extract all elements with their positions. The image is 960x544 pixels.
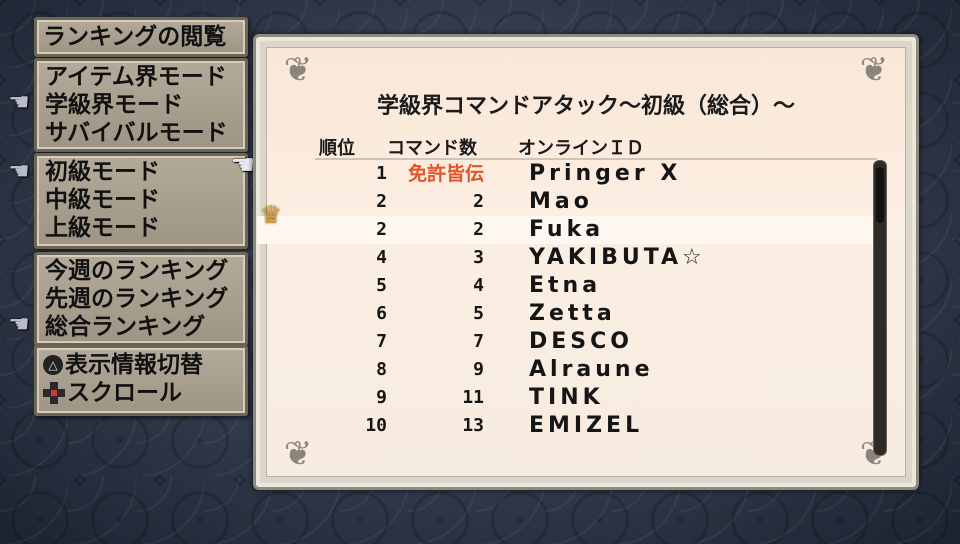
- menu-item-beginner-mode[interactable]: 初級モード: [37, 158, 245, 186]
- menu-item-this-week-ranking[interactable]: 今週のランキング: [37, 257, 245, 285]
- commands-cell: 11: [462, 387, 484, 408]
- menu-item-last-week-ranking[interactable]: 先週のランキング: [37, 285, 245, 313]
- table-header: 順位 コマンド数 オンラインＩＤ: [267, 134, 905, 159]
- table-row[interactable]: 6 5 Zetta: [267, 300, 875, 328]
- board-title: 学級界コマンドアタック～初級（総合）～: [376, 94, 795, 119]
- scrollbar[interactable]: [873, 160, 887, 456]
- commands-cell: 3: [473, 247, 484, 268]
- commands-cell: 9: [473, 359, 484, 380]
- online-id-cell: Fuka: [529, 217, 605, 242]
- level-menu: 初級モード 中級モード 上級モード: [34, 153, 248, 249]
- online-id-cell: Alraune: [529, 357, 654, 382]
- ornament-top-right-icon: ❦: [859, 50, 889, 90]
- commands-cell: 4: [473, 275, 484, 296]
- mode-menu: アイテム界モード 学級界モード サバイバルモード: [34, 58, 248, 152]
- online-id-cell: EMIZEL: [529, 413, 644, 438]
- table-row[interactable]: 8 9 Alraune: [267, 356, 875, 384]
- period-menu: 今週のランキング 先週のランキング 総合ランキング: [34, 252, 248, 346]
- menu-item-intermediate-mode[interactable]: 中級モード: [37, 186, 245, 214]
- toggle-info-label: 表示情報切替: [65, 352, 203, 378]
- controls-help-panel: △ 表示情報切替 スクロール: [34, 345, 248, 416]
- header-rank: 順位: [319, 138, 355, 159]
- menu-item-item-world-mode[interactable]: アイテム界モード: [37, 63, 245, 91]
- commands-cell: 2: [473, 219, 484, 240]
- ornament-top-left-icon: ❦: [283, 50, 313, 90]
- triangle-button-icon: △: [43, 355, 63, 375]
- table-row[interactable]: 5 4 Etna: [267, 272, 875, 300]
- menu-item-overall-ranking[interactable]: 総合ランキング: [37, 313, 245, 341]
- scroll-label: スクロール: [67, 380, 182, 406]
- crown-icon: ♛: [260, 201, 282, 229]
- online-id-cell: Mao: [529, 189, 593, 214]
- table-row[interactable]: 4 3 YAKIBUTA☆: [267, 244, 875, 272]
- table-row[interactable]: 9 11 TINK: [267, 384, 875, 412]
- header-commands: コマンド数: [387, 138, 477, 159]
- scroll-hint: スクロール: [37, 379, 245, 407]
- ranking-view-title: ランキングの閲覧: [43, 24, 227, 50]
- commands-cell: 免許皆伝: [407, 163, 484, 185]
- commands-cell: 2: [473, 191, 484, 212]
- table-row[interactable]: 7 7 DESCO: [267, 328, 875, 356]
- menu-item-class-world-mode[interactable]: 学級界モード: [37, 91, 245, 119]
- ranking-title-panel: ランキングの閲覧: [34, 17, 248, 57]
- ranking-board: ❦ ❦ ❦ ❦ 学級界コマンドアタック～初級（総合）～ 順位 コマンド数 オンラ…: [253, 34, 919, 490]
- toggle-info-hint: △ 表示情報切替: [37, 351, 245, 379]
- menu-item-survival-mode[interactable]: サバイバルモード: [37, 119, 245, 147]
- commands-cell: 7: [473, 331, 484, 352]
- ranking-board-inner: ❦ ❦ ❦ ❦ 学級界コマンドアタック～初級（総合）～ 順位 コマンド数 オンラ…: [257, 47, 906, 477]
- online-id-cell: Etna: [529, 273, 602, 298]
- online-id-cell: DESCO: [529, 329, 633, 354]
- table-row[interactable]: 10 13 EMIZEL: [267, 412, 875, 440]
- commands-cell: 13: [462, 415, 484, 436]
- online-id-cell: TINK: [529, 385, 604, 410]
- table-row[interactable]: 2 2 Mao: [267, 188, 875, 216]
- online-id-cell: Zetta: [529, 301, 616, 326]
- scrollbar-thumb[interactable]: [876, 167, 884, 223]
- online-id-cell: Pringer X: [529, 161, 682, 186]
- menu-item-advanced-mode[interactable]: 上級モード: [37, 214, 245, 242]
- pointing-hand-icon: ☚: [8, 310, 30, 338]
- pointing-hand-icon: ☚: [8, 88, 30, 116]
- pointing-hand-icon: ☚: [8, 157, 30, 185]
- dpad-icon: [43, 382, 65, 404]
- commands-cell: 5: [473, 303, 484, 324]
- header-online-id: オンラインＩＤ: [518, 138, 644, 159]
- online-id-cell: YAKIBUTA☆: [529, 245, 706, 270]
- table-row[interactable]: 1 免許皆伝 Pringer X: [267, 160, 875, 188]
- table-row[interactable]: 2 2 Fuka: [257, 216, 875, 244]
